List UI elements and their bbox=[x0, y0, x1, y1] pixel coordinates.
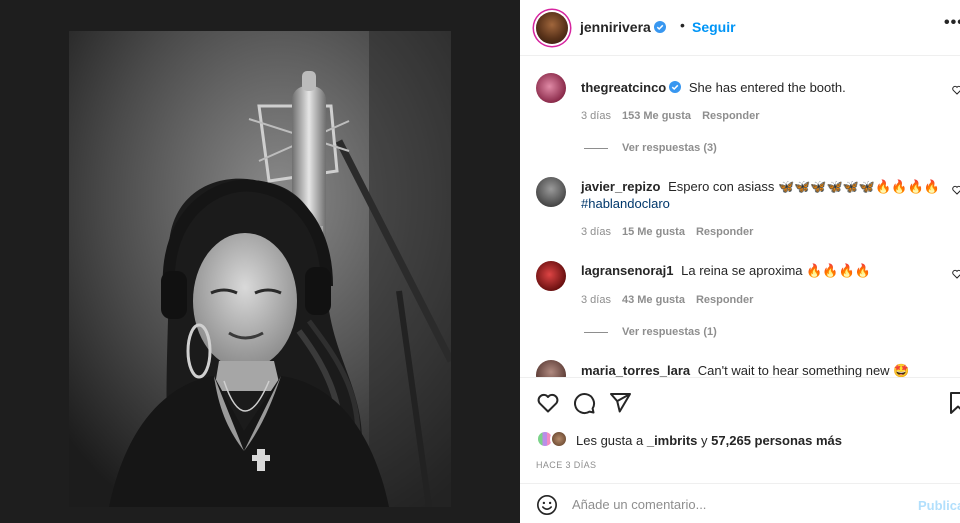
liker-username[interactable]: _imbrits bbox=[647, 433, 698, 448]
comment-like-heart-icon[interactable] bbox=[952, 185, 960, 195]
singer-in-studio-photo bbox=[69, 31, 451, 507]
more-options-icon[interactable]: ••• bbox=[944, 14, 960, 32]
comment-text: javier_repizo Espero con asiass 🦋🦋🦋🦋🦋🦋🔥🔥… bbox=[581, 179, 940, 211]
comment-input[interactable] bbox=[572, 492, 902, 516]
bookmark-icon[interactable] bbox=[946, 391, 960, 415]
comments-list[interactable]: thegreatcinco She has entered the booth.… bbox=[520, 57, 960, 377]
reply-button[interactable]: Responder bbox=[702, 110, 759, 122]
publish-button[interactable]: Publicar bbox=[918, 498, 960, 513]
heart-icon[interactable] bbox=[536, 391, 560, 415]
likes-count[interactable]: 57,265 personas más bbox=[711, 433, 842, 448]
post-timestamp[interactable]: HACE 3 DÍAS bbox=[536, 460, 596, 470]
comment-meta: 3 días 15 Me gusta Responder bbox=[581, 226, 754, 238]
view-replies-link[interactable]: Ver respuestas (3) bbox=[584, 142, 717, 154]
commenter-username[interactable]: thegreatcinco bbox=[581, 80, 682, 95]
replies-dash bbox=[584, 331, 608, 333]
likes-text: Les gusta a _imbrits y 57,265 personas m… bbox=[576, 433, 842, 448]
comment-like-heart-icon[interactable] bbox=[952, 269, 960, 279]
commenter-avatar[interactable] bbox=[536, 73, 566, 103]
hashtag-link[interactable]: #hablandoclaro bbox=[581, 196, 670, 211]
liker-avatar[interactable] bbox=[550, 430, 568, 448]
reply-button[interactable]: Responder bbox=[696, 294, 753, 306]
post-actions: Les gusta a _imbrits y 57,265 personas m… bbox=[520, 377, 960, 523]
follow-button[interactable]: Seguir bbox=[692, 19, 736, 35]
comment-text: thegreatcinco She has entered the booth. bbox=[581, 80, 846, 95]
comment-like-heart-icon[interactable] bbox=[952, 85, 960, 95]
likes-summary: Les gusta a _imbrits y 57,265 personas m… bbox=[536, 429, 956, 449]
comment-text: maria_torres_lara Can't wait to hear som… bbox=[581, 363, 910, 377]
view-replies-link[interactable]: Ver respuestas (1) bbox=[584, 326, 717, 338]
commenter-avatar[interactable] bbox=[536, 177, 566, 207]
verified-badge-icon bbox=[653, 21, 666, 33]
comment-meta: 3 días 43 Me gusta Responder bbox=[581, 294, 754, 306]
header-separator: • bbox=[680, 17, 685, 33]
emoji-icon[interactable] bbox=[536, 494, 558, 516]
reply-button[interactable]: Responder bbox=[696, 226, 753, 238]
post-media bbox=[0, 0, 520, 523]
commenter-avatar[interactable] bbox=[536, 360, 566, 377]
add-comment-bar: Publicar bbox=[520, 483, 960, 523]
comment-text: lagransenoraj1 La reina se aproxima 🔥🔥🔥🔥 bbox=[581, 263, 871, 278]
author-avatar[interactable] bbox=[536, 12, 568, 44]
replies-dash bbox=[584, 147, 608, 149]
share-icon[interactable] bbox=[608, 391, 632, 415]
verified-badge-icon bbox=[669, 81, 682, 93]
post-photo[interactable] bbox=[69, 31, 451, 507]
post-details-panel: jennirivera • Seguir ••• thegreatcinco S… bbox=[520, 0, 960, 523]
comment-meta: 3 días 153 Me gusta Responder bbox=[581, 110, 760, 122]
author-username[interactable]: jennirivera bbox=[580, 19, 666, 35]
commenter-avatar[interactable] bbox=[536, 261, 566, 291]
comment-icon[interactable] bbox=[572, 391, 596, 415]
post-header: jennirivera • Seguir ••• bbox=[520, 0, 960, 56]
